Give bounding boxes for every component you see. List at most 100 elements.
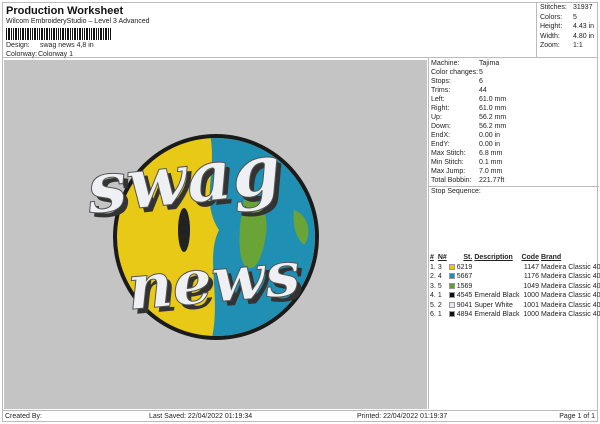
stat-row: Stitches: 31937: [540, 4, 598, 14]
brand: Madeira Classic 40: [540, 311, 600, 319]
barcode-bar: [65, 28, 66, 40]
detail-row: Min Stitch: 0.1 mm: [431, 159, 502, 166]
divider: [429, 186, 599, 187]
detail-row: Machine: Tajima: [431, 60, 499, 67]
detail-value: 56.2 mm: [479, 123, 507, 130]
detail-row: Up: 56.2 mm: [431, 114, 506, 121]
col-header: #: [430, 254, 434, 262]
needle-number: 2: [437, 301, 442, 309]
table-row: 2. 4 5667 1176 Madeira Classic 40: [429, 272, 600, 282]
stat-label: Stitches:: [540, 4, 567, 11]
description: [473, 272, 520, 282]
detail-label: Max Stitch:: [431, 150, 466, 157]
design-value: swag news 4,8 in: [40, 42, 94, 49]
stat-label: Colors:: [540, 13, 563, 21]
detail-value: 6: [479, 78, 483, 85]
table-row: 4. 1 4545 Emerald Black 1000 Madeira Classic…: [429, 291, 600, 301]
barcode-bar: [44, 28, 45, 40]
stat-value: 5: [573, 13, 577, 21]
stitch-count: 4545: [448, 291, 474, 301]
header: Production Worksheet Wilcom EmbroiderySt…: [2, 2, 536, 58]
needle-number: 4: [437, 273, 442, 281]
stop-number: 3.: [430, 282, 436, 290]
page-title: Production Worksheet: [6, 5, 124, 17]
barcode-bar: [103, 28, 104, 40]
description: [473, 282, 520, 292]
barcode-bar: [77, 28, 78, 40]
detail-label: Up:: [431, 114, 442, 121]
barcode-bar: [84, 28, 85, 40]
barcode-bar: [11, 28, 12, 40]
barcode-bar: [56, 28, 57, 40]
barcode-bar: [70, 28, 71, 40]
barcode-bar: [34, 28, 36, 40]
detail-row: EndX: 0.00 in: [431, 132, 500, 139]
barcode-bar: [8, 28, 10, 40]
stitch-value: 9041: [456, 301, 473, 309]
stitch-count: 6219: [448, 263, 474, 273]
thread-code: 1000: [523, 311, 539, 319]
detail-row: Left: 61.0 mm: [431, 96, 506, 103]
description: [473, 263, 520, 273]
stat-row: Width: 4.80 in: [540, 33, 598, 43]
table-row: 5. 2 9041 Super White 1001 Madeira Classic 4…: [429, 301, 600, 311]
table-row: 3. 5 1569 1049 Madeira Classic 40: [429, 282, 600, 292]
stop-number: 5.: [430, 301, 436, 309]
barcode-bar: [13, 28, 14, 40]
created-by: Created By:: [5, 413, 42, 420]
barcode-bar: [108, 28, 109, 40]
barcode-bar: [74, 28, 76, 40]
detail-row: Color changes: 5: [431, 69, 483, 76]
stitch-value: 4894: [456, 311, 473, 319]
description: Super White: [474, 301, 513, 309]
printed-date: Printed: 22/04/2022 01:19:37: [357, 413, 448, 420]
detail-value: 0.00 in: [479, 132, 501, 139]
stop-number: 1.: [430, 263, 436, 271]
colorway-label: Colorway:: [6, 51, 38, 58]
barcode-bar: [39, 28, 40, 40]
stitch-count: 5667: [448, 272, 474, 282]
barcode-bar: [62, 28, 64, 40]
stat-row: Zoom: 1:1: [540, 42, 598, 52]
barcode-bar: [49, 28, 50, 40]
stitch-count: 1569: [448, 282, 474, 292]
detail-value: 56.2 mm: [479, 114, 507, 121]
colorway-row: Colorway: Colorway 1: [6, 51, 73, 58]
stat-label: Width:: [540, 32, 560, 40]
detail-row: Trims: 44: [431, 87, 487, 94]
stitch-value: 6219: [456, 263, 473, 271]
stop-number: 6.: [430, 311, 436, 319]
detail-label: Total Bobbin:: [431, 177, 472, 184]
stitch-value: 1569: [456, 282, 473, 290]
design-label: Design:: [6, 42, 30, 49]
stitch-value: 4545: [456, 292, 473, 300]
footer: Created By: Last Saved: 22/04/2022 01:19…: [2, 410, 598, 422]
stop-sequence-table: # N# St. Description Code Brand 1. 3 6219…: [429, 253, 600, 320]
color-swatch: [448, 273, 455, 280]
thread-code: 1176: [523, 273, 539, 281]
color-swatch: [448, 301, 455, 308]
thread-code: 1049: [523, 282, 539, 290]
barcode-bar: [25, 28, 26, 40]
barcode-bar: [41, 28, 43, 40]
stat-value: 4.43 in: [573, 23, 595, 30]
detail-label: EndX:: [431, 132, 451, 139]
stat-row: Colors: 5: [540, 14, 598, 24]
detail-row: Right: 61.0 mm: [431, 105, 506, 112]
barcode-bar: [18, 28, 19, 40]
stat-value: 31937: [573, 4, 593, 11]
needle-number: 1: [437, 292, 442, 300]
detail-row: Max Stitch: 6.8 mm: [431, 150, 502, 157]
col-header: St.: [463, 254, 473, 262]
color-swatch: [448, 292, 455, 299]
detail-label: Down:: [431, 123, 451, 130]
detail-row: Stops: 6: [431, 78, 483, 85]
stat-row: Height: 4.43 in: [540, 23, 598, 33]
brand: Madeira Classic 40: [540, 292, 600, 300]
detail-label: Left:: [431, 96, 445, 103]
last-saved: Last Saved: 22/04/2022 01:19:34: [149, 413, 253, 420]
barcode-bar: [93, 28, 95, 40]
barcode-bar: [6, 28, 7, 40]
thread-code: 1147: [523, 263, 539, 271]
needle-number: 5: [437, 282, 442, 290]
